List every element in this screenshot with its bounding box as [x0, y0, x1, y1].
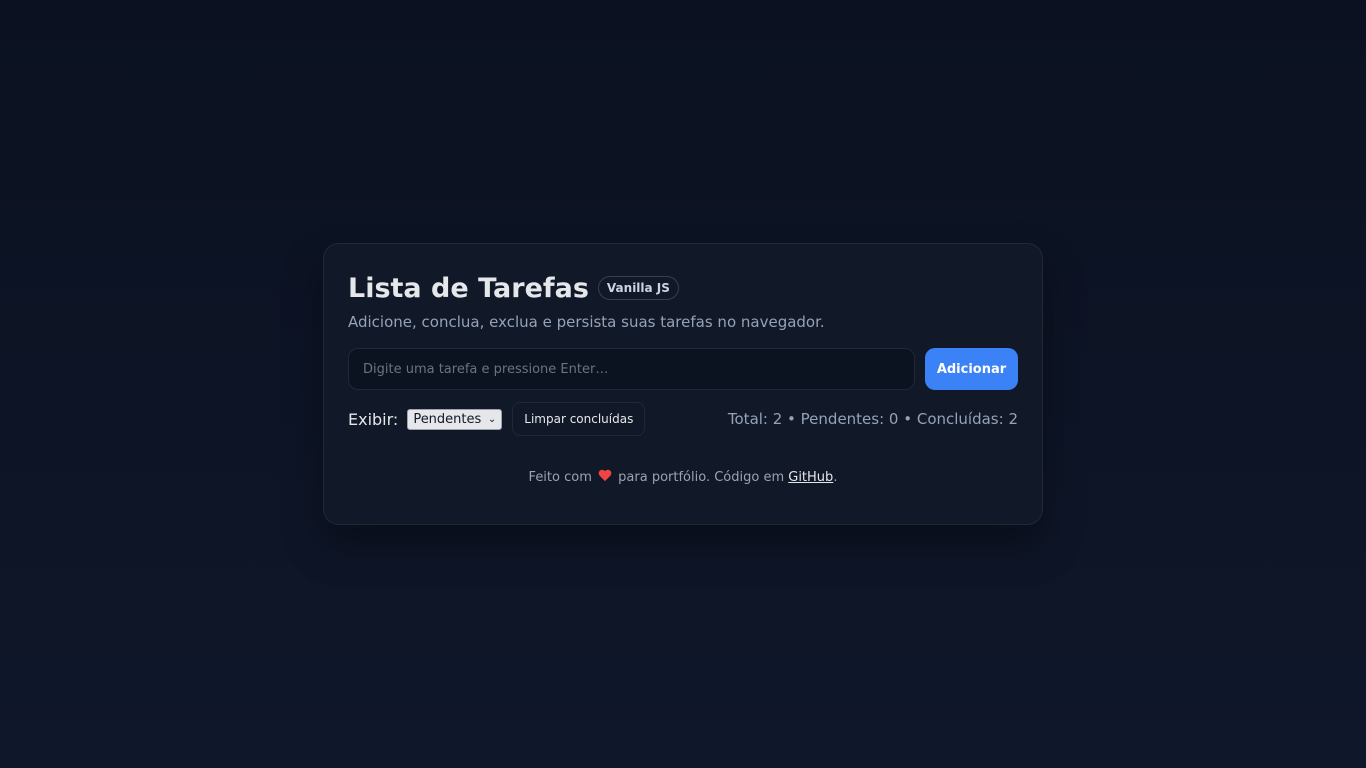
header: Lista de Tarefas Vanilla JS	[348, 270, 1018, 306]
clear-completed-button[interactable]: Limpar concluídas	[512, 402, 646, 436]
page-subtitle: Adicione, conclua, exclua e persista sua…	[348, 313, 825, 331]
page-title: Lista de Tarefas	[348, 272, 589, 304]
footer-middle: para portfólio. Código em	[618, 470, 785, 485]
github-link[interactable]: GitHub	[788, 470, 833, 485]
footer-suffix: .	[833, 470, 838, 485]
heart-icon	[598, 470, 612, 482]
footer: Feito com para portfólio. Código em GitH…	[348, 470, 1018, 485]
footer-prefix: Feito com	[528, 470, 592, 485]
todo-card: Lista de Tarefas Vanilla JS Adicione, co…	[323, 243, 1043, 525]
filter-select[interactable]: Pendentes ⌄	[407, 408, 503, 430]
chevron-down-icon: ⌄	[487, 413, 497, 425]
filter-selected-value: Pendentes	[413, 411, 482, 427]
task-input[interactable]	[348, 348, 915, 390]
controls-row: Exibir: Pendentes ⌄ Limpar concluídas To…	[348, 402, 1018, 436]
tech-badge: Vanilla JS	[597, 276, 679, 300]
task-stats: Total: 2 • Pendentes: 0 • Concluídas: 2	[727, 410, 1018, 428]
add-button[interactable]: Adicionar	[925, 348, 1018, 390]
add-task-row: Adicionar	[348, 348, 1018, 390]
filter-label: Exibir:	[348, 409, 399, 429]
